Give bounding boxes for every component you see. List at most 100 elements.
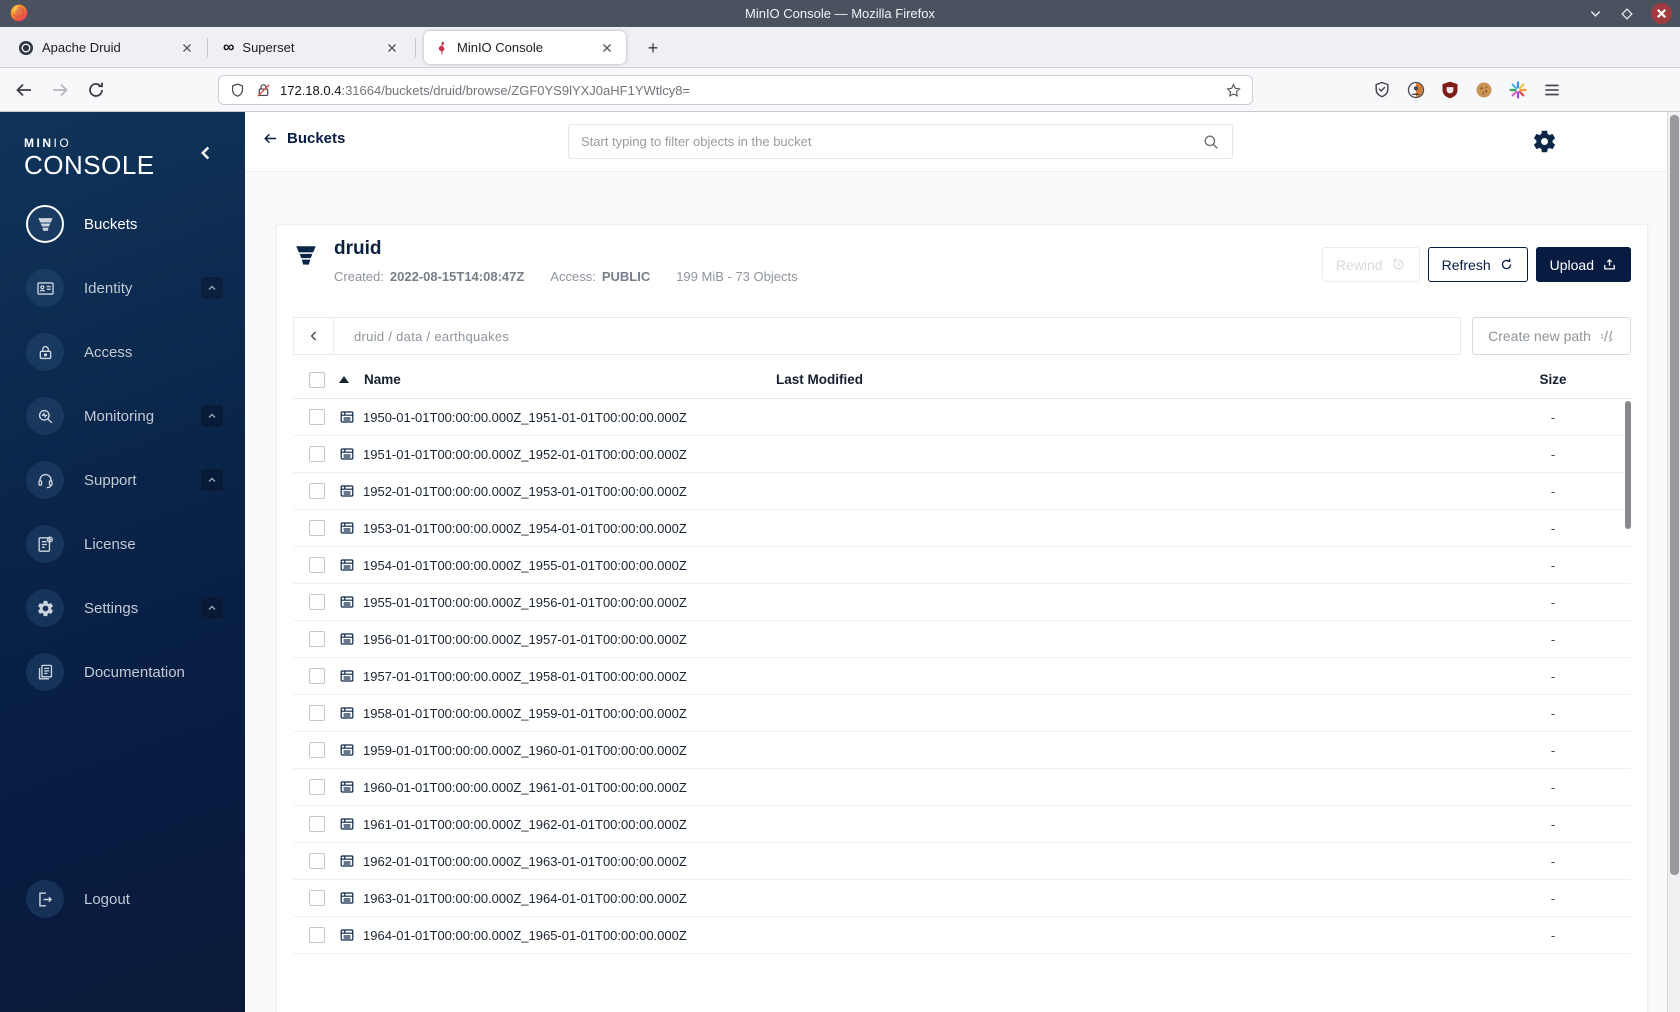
row-checkbox[interactable]	[309, 742, 325, 758]
column-header-last-modified[interactable]: Last Modified	[776, 372, 1473, 387]
sidebar: MINIO CONSOLE Buckets Identity Access Mo…	[0, 112, 245, 1012]
row-checkbox[interactable]	[309, 520, 325, 536]
row-checkbox[interactable]	[309, 853, 325, 869]
table-row[interactable]: 1959-01-01T00:00:00.000Z_1960-01-01T00:0…	[293, 732, 1631, 769]
table-row[interactable]: 1963-01-01T00:00:00.000Z_1964-01-01T00:0…	[293, 880, 1631, 917]
column-header-size[interactable]: Size	[1473, 372, 1633, 387]
forward-icon[interactable]	[50, 80, 70, 100]
search-input[interactable]	[581, 134, 1202, 149]
ublock-icon[interactable]	[1440, 80, 1460, 100]
sidebar-item-access[interactable]: Access	[0, 320, 245, 384]
tab-close-icon[interactable]	[178, 39, 196, 57]
page-scrollbar[interactable]	[1667, 112, 1680, 1012]
back-icon[interactable]	[14, 80, 34, 100]
chevron-up-icon[interactable]	[201, 277, 223, 299]
reload-icon[interactable]	[86, 80, 106, 100]
sort-asc-icon[interactable]	[339, 376, 349, 383]
row-checkbox[interactable]	[309, 668, 325, 684]
row-checkbox[interactable]	[309, 890, 325, 906]
url-bar[interactable]: 172.18.0.4:31664/buckets/druid/browse/ZG…	[218, 75, 1253, 105]
table-row[interactable]: 1952-01-01T00:00:00.000Z_1953-01-01T00:0…	[293, 473, 1631, 510]
sidebar-item-buckets[interactable]: Buckets	[0, 192, 245, 256]
rewind-button[interactable]: Rewind	[1321, 247, 1420, 282]
sidebar-item-monitoring[interactable]: Monitoring	[0, 384, 245, 448]
tracking-shield-icon[interactable]	[229, 82, 246, 99]
path-back-icon[interactable]	[294, 318, 334, 354]
tab-close-icon[interactable]	[383, 39, 401, 57]
window-close-icon[interactable]	[1651, 3, 1672, 24]
create-new-path-button[interactable]: Create new path	[1472, 317, 1631, 355]
chevron-up-icon[interactable]	[201, 405, 223, 427]
lock-icon	[26, 333, 64, 371]
pinwheel-extension-icon[interactable]	[1508, 80, 1528, 100]
chevron-up-icon[interactable]	[201, 469, 223, 491]
row-checkbox[interactable]	[309, 594, 325, 610]
object-name: 1958-01-01T00:00:00.000Z_1959-01-01T00:0…	[363, 705, 687, 721]
window-maximize-icon[interactable]	[1619, 6, 1635, 22]
new-tab-button[interactable]: +	[640, 35, 666, 61]
tab-superset[interactable]: ∞ Superset	[213, 31, 411, 64]
refresh-button[interactable]: Refresh	[1427, 247, 1528, 282]
table-row[interactable]: 1956-01-01T00:00:00.000Z_1957-01-01T00:0…	[293, 621, 1631, 658]
breadcrumb[interactable]: druid / data / earthquakes	[354, 329, 509, 344]
sidebar-item-settings[interactable]: Settings	[0, 576, 245, 640]
url-text[interactable]: 172.18.0.4:31664/buckets/druid/browse/ZG…	[280, 83, 1225, 98]
page-scrollbar-thumb[interactable]	[1670, 115, 1679, 875]
table-row[interactable]: 1962-01-01T00:00:00.000Z_1963-01-01T00:0…	[293, 843, 1631, 880]
object-icon	[340, 485, 354, 497]
table-row[interactable]: 1964-01-01T00:00:00.000Z_1965-01-01T00:0…	[293, 917, 1631, 954]
tab-close-icon[interactable]	[598, 39, 616, 57]
sidebar-item-logout[interactable]: Logout	[0, 867, 245, 931]
table-row[interactable]: 1950-01-01T00:00:00.000Z_1951-01-01T00:0…	[293, 399, 1631, 436]
row-checkbox[interactable]	[309, 705, 325, 721]
row-checkbox[interactable]	[309, 816, 325, 832]
table-row[interactable]: 1957-01-01T00:00:00.000Z_1958-01-01T00:0…	[293, 658, 1631, 695]
sidebar-item-label: Settings	[84, 599, 139, 617]
bucket-header: druid Created: 2022-08-15T14:08:47Z Acce…	[293, 237, 1631, 305]
table-row[interactable]: 1953-01-01T00:00:00.000Z_1954-01-01T00:0…	[293, 510, 1631, 547]
object-size: -	[1550, 705, 1556, 721]
sidebar-item-identity[interactable]: Identity	[0, 256, 245, 320]
sidebar-item-documentation[interactable]: Documentation	[0, 640, 245, 704]
table-row[interactable]: 1960-01-01T00:00:00.000Z_1961-01-01T00:0…	[293, 769, 1631, 806]
settings-gear-icon[interactable]	[1531, 128, 1558, 155]
druid-logo-icon	[19, 40, 33, 55]
sidebar-item-support[interactable]: Support	[0, 448, 245, 512]
row-checkbox[interactable]	[309, 927, 325, 943]
row-checkbox[interactable]	[309, 557, 325, 573]
filter-search-box[interactable]	[568, 124, 1233, 159]
back-to-buckets-link[interactable]: Buckets	[262, 130, 345, 147]
tab-apache-druid[interactable]: Apache Druid	[8, 31, 206, 64]
window-minimize-icon[interactable]	[1587, 6, 1603, 22]
table-body: 1950-01-01T00:00:00.000Z_1951-01-01T00:0…	[293, 399, 1631, 954]
gear-icon	[26, 589, 64, 627]
table-row[interactable]: 1951-01-01T00:00:00.000Z_1952-01-01T00:0…	[293, 436, 1631, 473]
profile-extension-icon[interactable]	[1406, 80, 1426, 100]
row-checkbox[interactable]	[309, 446, 325, 462]
chevron-up-icon[interactable]	[201, 597, 223, 619]
cookie-icon[interactable]	[1474, 80, 1494, 100]
tab-minio-console[interactable]: MinIO Console	[424, 31, 626, 64]
sidebar-collapse-icon[interactable]	[195, 142, 217, 164]
column-header-name[interactable]: Name	[364, 372, 401, 387]
menu-icon[interactable]	[1542, 80, 1562, 100]
table-row[interactable]: 1955-01-01T00:00:00.000Z_1956-01-01T00:0…	[293, 584, 1631, 621]
upload-button[interactable]: Upload	[1535, 247, 1631, 282]
row-checkbox[interactable]	[309, 483, 325, 499]
table-row[interactable]: 1961-01-01T00:00:00.000Z_1962-01-01T00:0…	[293, 806, 1631, 843]
pocket-shield-icon[interactable]	[1372, 80, 1392, 100]
select-all-checkbox[interactable]	[309, 371, 325, 388]
bucket-icon	[26, 205, 64, 243]
row-checkbox[interactable]	[309, 631, 325, 647]
object-size: -	[1550, 853, 1556, 869]
object-icon	[340, 781, 354, 793]
bookmark-star-icon[interactable]	[1225, 82, 1242, 99]
table-row[interactable]: 1954-01-01T00:00:00.000Z_1955-01-01T00:0…	[293, 547, 1631, 584]
sidebar-item-license[interactable]: License	[0, 512, 245, 576]
sidebar-item-label: Buckets	[84, 215, 138, 233]
insecure-lock-icon[interactable]	[255, 82, 272, 99]
table-row[interactable]: 1958-01-01T00:00:00.000Z_1959-01-01T00:0…	[293, 695, 1631, 732]
row-checkbox[interactable]	[309, 779, 325, 795]
table-scrollbar-thumb[interactable]	[1625, 401, 1631, 529]
row-checkbox[interactable]	[309, 409, 325, 425]
